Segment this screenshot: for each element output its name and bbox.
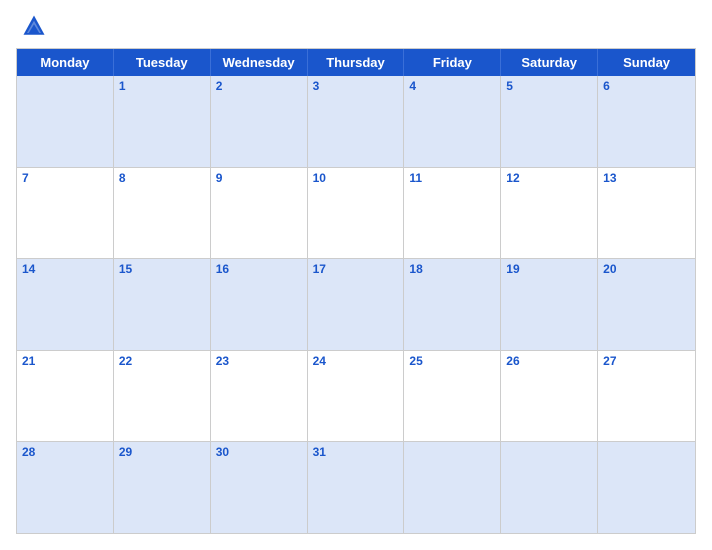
day-number: 27 xyxy=(603,354,616,368)
day-cell xyxy=(17,76,114,167)
day-number: 10 xyxy=(313,171,326,185)
day-number: 2 xyxy=(216,79,223,93)
day-cell xyxy=(501,442,598,533)
week-row-3: 14 15 16 17 18 19 20 xyxy=(17,259,695,351)
day-cell: 17 xyxy=(308,259,405,350)
day-cell: 7 xyxy=(17,168,114,259)
day-cell: 11 xyxy=(404,168,501,259)
day-header-monday: Monday xyxy=(17,49,114,76)
day-cell: 26 xyxy=(501,351,598,442)
day-cell: 14 xyxy=(17,259,114,350)
day-number: 3 xyxy=(313,79,320,93)
day-number: 5 xyxy=(506,79,513,93)
day-header-tuesday: Tuesday xyxy=(114,49,211,76)
day-cell: 2 xyxy=(211,76,308,167)
week-row-2: 7 8 9 10 11 12 13 xyxy=(17,168,695,260)
day-header-friday: Friday xyxy=(404,49,501,76)
day-cell: 15 xyxy=(114,259,211,350)
day-cell: 28 xyxy=(17,442,114,533)
day-header-wednesday: Wednesday xyxy=(211,49,308,76)
day-number: 31 xyxy=(313,445,326,459)
day-number: 23 xyxy=(216,354,229,368)
day-number: 9 xyxy=(216,171,223,185)
logo-icon xyxy=(20,12,48,40)
day-cell: 18 xyxy=(404,259,501,350)
day-number: 4 xyxy=(409,79,416,93)
day-cell: 3 xyxy=(308,76,405,167)
day-cell: 10 xyxy=(308,168,405,259)
day-number: 21 xyxy=(22,354,35,368)
day-cell: 22 xyxy=(114,351,211,442)
day-number: 13 xyxy=(603,171,616,185)
day-cell: 31 xyxy=(308,442,405,533)
day-header-saturday: Saturday xyxy=(501,49,598,76)
day-cell: 27 xyxy=(598,351,695,442)
day-number: 30 xyxy=(216,445,229,459)
day-number: 25 xyxy=(409,354,422,368)
day-number: 22 xyxy=(119,354,132,368)
day-cell: 30 xyxy=(211,442,308,533)
day-cell: 21 xyxy=(17,351,114,442)
day-number: 11 xyxy=(409,171,422,185)
day-header-sunday: Sunday xyxy=(598,49,695,76)
day-cell: 16 xyxy=(211,259,308,350)
day-number: 26 xyxy=(506,354,519,368)
day-number: 14 xyxy=(22,262,35,276)
day-number: 20 xyxy=(603,262,616,276)
logo xyxy=(20,12,52,40)
day-number: 24 xyxy=(313,354,326,368)
day-cell: 20 xyxy=(598,259,695,350)
day-number: 7 xyxy=(22,171,29,185)
day-cell xyxy=(404,442,501,533)
day-cell: 13 xyxy=(598,168,695,259)
day-cell: 9 xyxy=(211,168,308,259)
day-cell: 5 xyxy=(501,76,598,167)
day-number: 12 xyxy=(506,171,519,185)
day-number: 1 xyxy=(119,79,126,93)
day-number: 28 xyxy=(22,445,35,459)
day-cell: 1 xyxy=(114,76,211,167)
week-row-1: 1 2 3 4 5 6 xyxy=(17,76,695,168)
day-cell: 29 xyxy=(114,442,211,533)
day-number: 6 xyxy=(603,79,610,93)
day-cell: 4 xyxy=(404,76,501,167)
day-number: 17 xyxy=(313,262,326,276)
day-number: 16 xyxy=(216,262,229,276)
day-number: 18 xyxy=(409,262,422,276)
day-number: 15 xyxy=(119,262,132,276)
calendar-header xyxy=(16,12,696,40)
day-cell: 24 xyxy=(308,351,405,442)
day-headers: MondayTuesdayWednesdayThursdayFridaySatu… xyxy=(17,49,695,76)
week-row-4: 21 22 23 24 25 26 27 xyxy=(17,351,695,443)
day-cell xyxy=(598,442,695,533)
day-number: 29 xyxy=(119,445,132,459)
day-cell: 23 xyxy=(211,351,308,442)
day-cell: 6 xyxy=(598,76,695,167)
calendar-body: 1234567891011121314151617181920212223242… xyxy=(17,76,695,533)
day-number: 8 xyxy=(119,171,126,185)
calendar: MondayTuesdayWednesdayThursdayFridaySatu… xyxy=(16,48,696,534)
day-cell: 8 xyxy=(114,168,211,259)
day-cell: 25 xyxy=(404,351,501,442)
day-cell: 19 xyxy=(501,259,598,350)
day-cell: 12 xyxy=(501,168,598,259)
week-row-5: 28 29 30 31 xyxy=(17,442,695,533)
day-number: 19 xyxy=(506,262,519,276)
day-header-thursday: Thursday xyxy=(308,49,405,76)
